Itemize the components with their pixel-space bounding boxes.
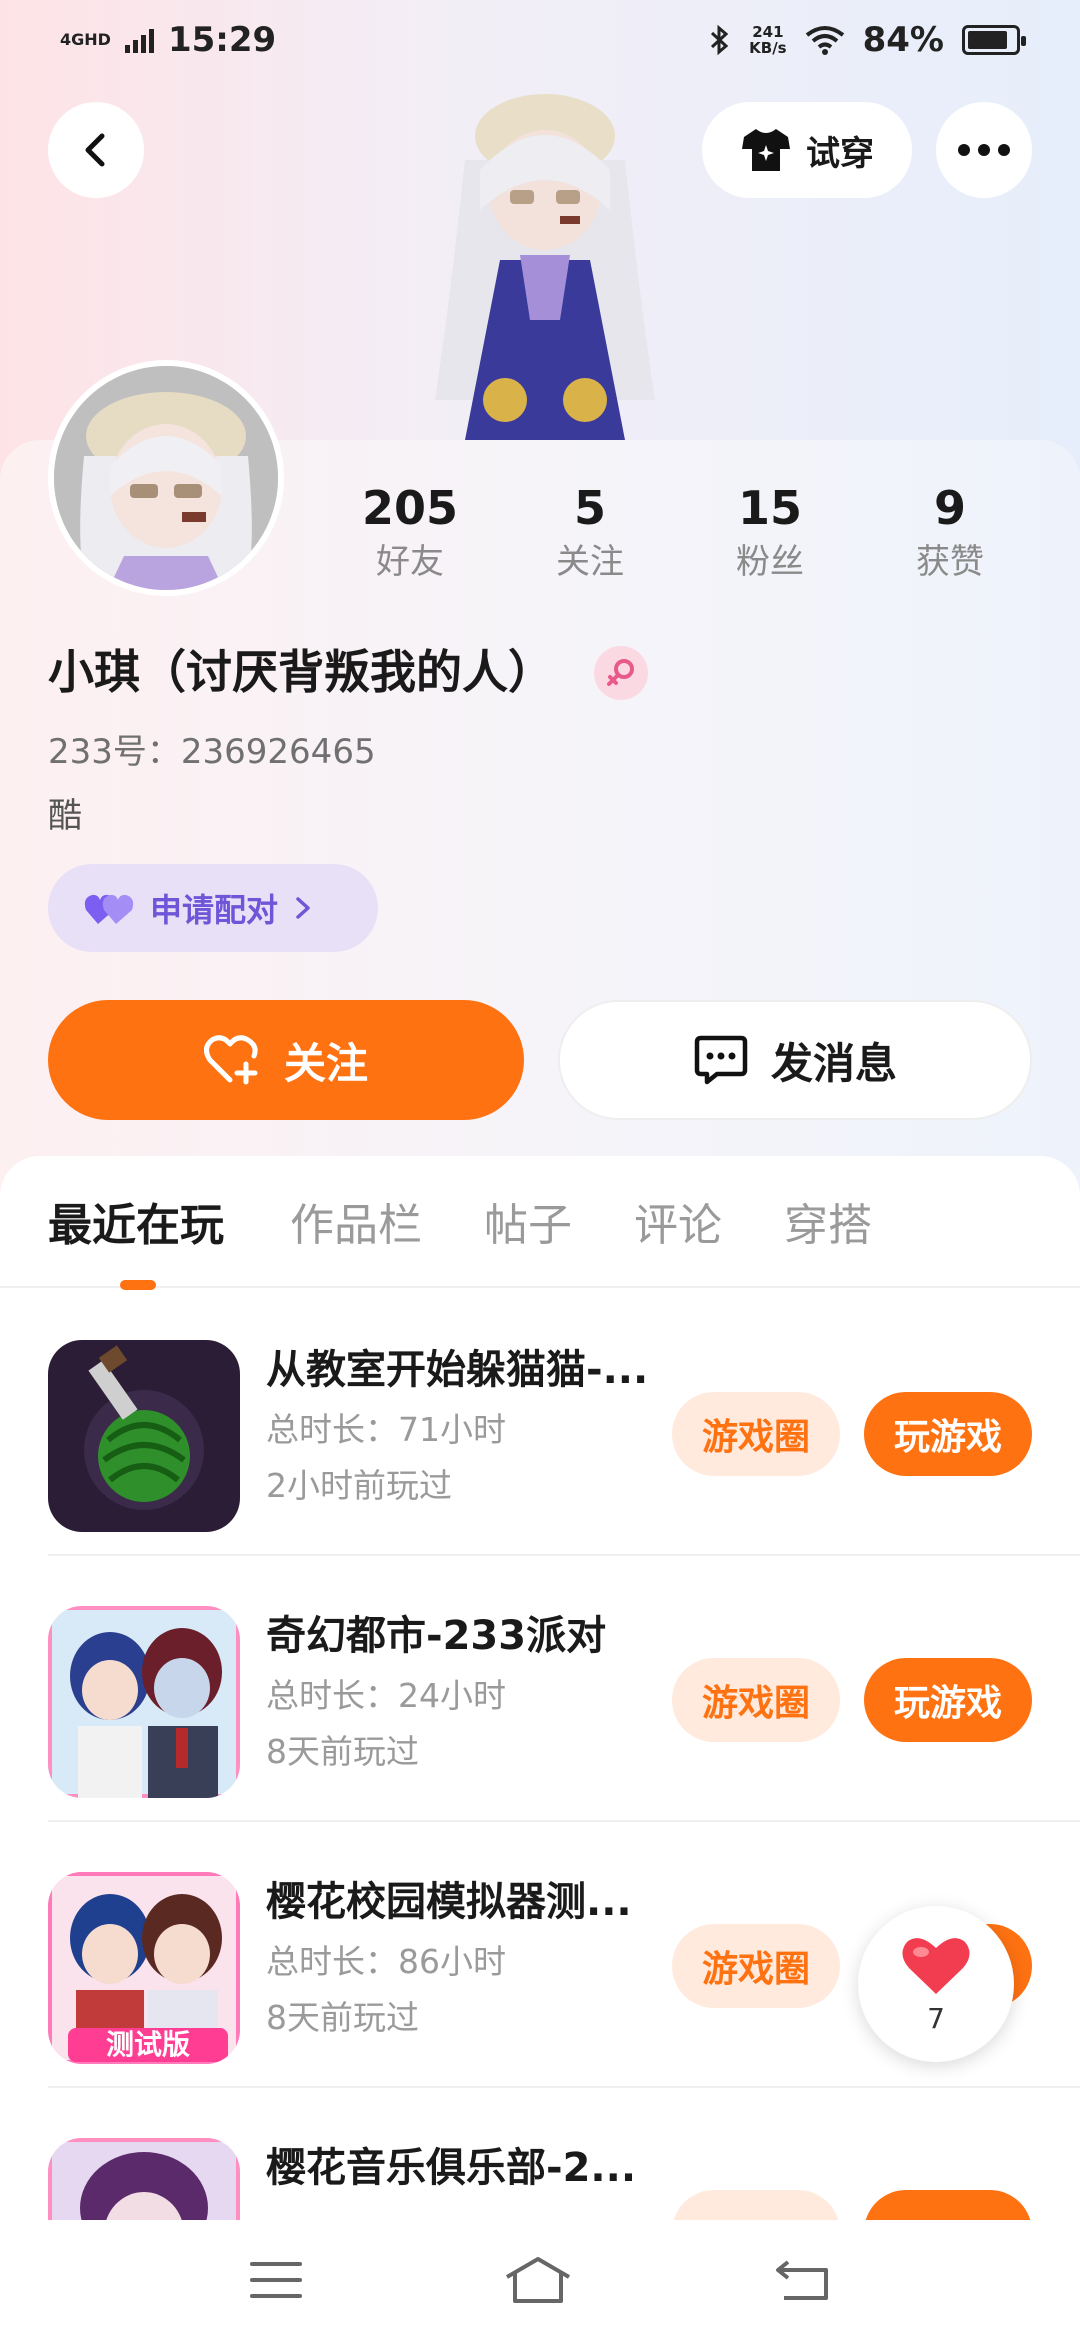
play-game-button[interactable]: 玩游戏: [864, 1392, 1032, 1476]
heart-plus-icon: [203, 1035, 258, 1085]
stat-value: 9: [933, 481, 966, 535]
play-game-button[interactable]: 玩游戏: [864, 1658, 1032, 1742]
active-tab-indicator: [120, 1280, 156, 1290]
back-icon[interactable]: [774, 2258, 830, 2302]
send-message-button[interactable]: 发消息: [558, 1000, 1032, 1120]
follow-button[interactable]: 关注: [48, 1000, 524, 1120]
apply-pair-button[interactable]: 申请配对: [48, 864, 378, 952]
status-time: 15:29: [167, 20, 277, 60]
profile-stats: 205 好友 5 关注 15 粉丝 9 获赞: [320, 480, 1040, 588]
tab-recently-played[interactable]: 最近在玩: [48, 1196, 224, 1256]
network-type: 4GHD: [60, 30, 111, 49]
back-button[interactable]: [48, 102, 144, 198]
more-icon: [958, 144, 1010, 156]
try-on-label: 试穿: [806, 133, 874, 174]
tab-comments[interactable]: 评论: [634, 1196, 722, 1256]
stat-label: 好友: [376, 542, 444, 582]
tab-works[interactable]: 作品栏: [290, 1196, 422, 1256]
bluetooth-icon: [711, 24, 729, 56]
stat-value: 5: [573, 481, 606, 535]
avatar-image: [54, 366, 278, 590]
stat-value: 205: [361, 481, 459, 535]
tab-outfits[interactable]: 穿搭: [784, 1196, 872, 1256]
game-row[interactable]: 奇幻都市-233派对 总时长：24小时 8天前玩过 游戏圈 玩游戏: [0, 1556, 1080, 1822]
like-count: 7: [927, 2001, 945, 2035]
menu-icon[interactable]: [250, 2260, 303, 2300]
stat-label: 获赞: [916, 542, 984, 582]
stat-likes[interactable]: 9 获赞: [860, 480, 1040, 588]
game-circle-button[interactable]: 游戏圈: [672, 1924, 840, 2008]
game-title: 奇幻都市-233派对: [266, 1613, 607, 1659]
game-icon[interactable]: 测试版: [48, 1872, 240, 2064]
system-nav-bar: [0, 2220, 1080, 2340]
send-message-label: 发消息: [770, 1038, 897, 1088]
network-speed: 241 KB/s: [749, 23, 787, 57]
game-icon[interactable]: [48, 1340, 240, 1532]
game-last-played: 8天前玩过: [266, 1732, 419, 1771]
signal-icon: [124, 27, 154, 53]
back-arrow-icon: [85, 133, 105, 167]
follow-label: 关注: [283, 1038, 368, 1088]
try-on-button[interactable]: 试穿: [702, 102, 912, 198]
wifi-icon: [805, 26, 844, 55]
tab-posts[interactable]: 帖子: [484, 1196, 572, 1256]
more-button[interactable]: [936, 102, 1032, 198]
apply-pair-label: 申请配对: [150, 891, 279, 929]
status-bar: 4GHD 15:29 241 KB/s 84%: [0, 0, 1080, 80]
stat-label: 粉丝: [736, 542, 804, 582]
double-heart-icon: [84, 894, 134, 924]
nickname: 小琪（讨厌背叛我的人）: [48, 645, 554, 699]
heart-icon: [902, 1937, 970, 1994]
game-title: 樱花校园模拟器测...: [266, 1879, 632, 1925]
game-circle-button[interactable]: 游戏圈: [672, 1658, 840, 1742]
character-avatar-art: [435, 94, 655, 440]
user-id: 233号：236926465: [48, 732, 376, 772]
stat-following[interactable]: 5 关注: [500, 480, 680, 588]
game-circle-button[interactable]: 游戏圈: [672, 1392, 840, 1476]
tab-bar: 最近在玩 作品栏 帖子 评论 穿搭: [0, 1156, 1080, 1290]
game-row[interactable]: 从教室开始躲猫猫-... 总时长：71小时 2小时前玩过 游戏圈 玩游戏: [0, 1290, 1080, 1556]
battery-icon: [962, 25, 1026, 55]
avatar[interactable]: [48, 360, 284, 596]
game-title: 樱花音乐俱乐部-2...: [266, 2145, 637, 2191]
chevron-right-icon: [296, 897, 310, 919]
stat-fans[interactable]: 15 粉丝: [680, 480, 860, 588]
content-panel: 最近在玩 作品栏 帖子 评论 穿搭 从教室开始躲猫猫-... 总时长：71小时 …: [0, 1156, 1080, 2330]
game-total-time: 总时长：71小时: [266, 1410, 506, 1449]
stat-value: 15: [737, 481, 802, 535]
game-title: 从教室开始躲猫猫-...: [266, 1347, 649, 1393]
test-version-badge: 测试版: [106, 2028, 190, 2061]
tshirt-icon: [742, 129, 790, 171]
game-icon[interactable]: [48, 1606, 240, 1798]
bio: 酷: [48, 796, 82, 836]
game-last-played: 8天前玩过: [266, 1998, 419, 2037]
game-last-played: 2小时前玩过: [266, 1466, 452, 1505]
game-total-time: 总时长：24小时: [266, 1676, 506, 1715]
like-float-button[interactable]: 7: [858, 1906, 1014, 2062]
stat-label: 关注: [556, 542, 624, 582]
home-icon[interactable]: [503, 2255, 573, 2305]
battery-percent: 84%: [862, 20, 944, 60]
female-gender-icon: [594, 646, 648, 700]
stat-friends[interactable]: 205 好友: [320, 480, 500, 588]
game-total-time: 总时长：86小时: [266, 1942, 506, 1981]
chat-bubble-icon: [694, 1035, 748, 1085]
